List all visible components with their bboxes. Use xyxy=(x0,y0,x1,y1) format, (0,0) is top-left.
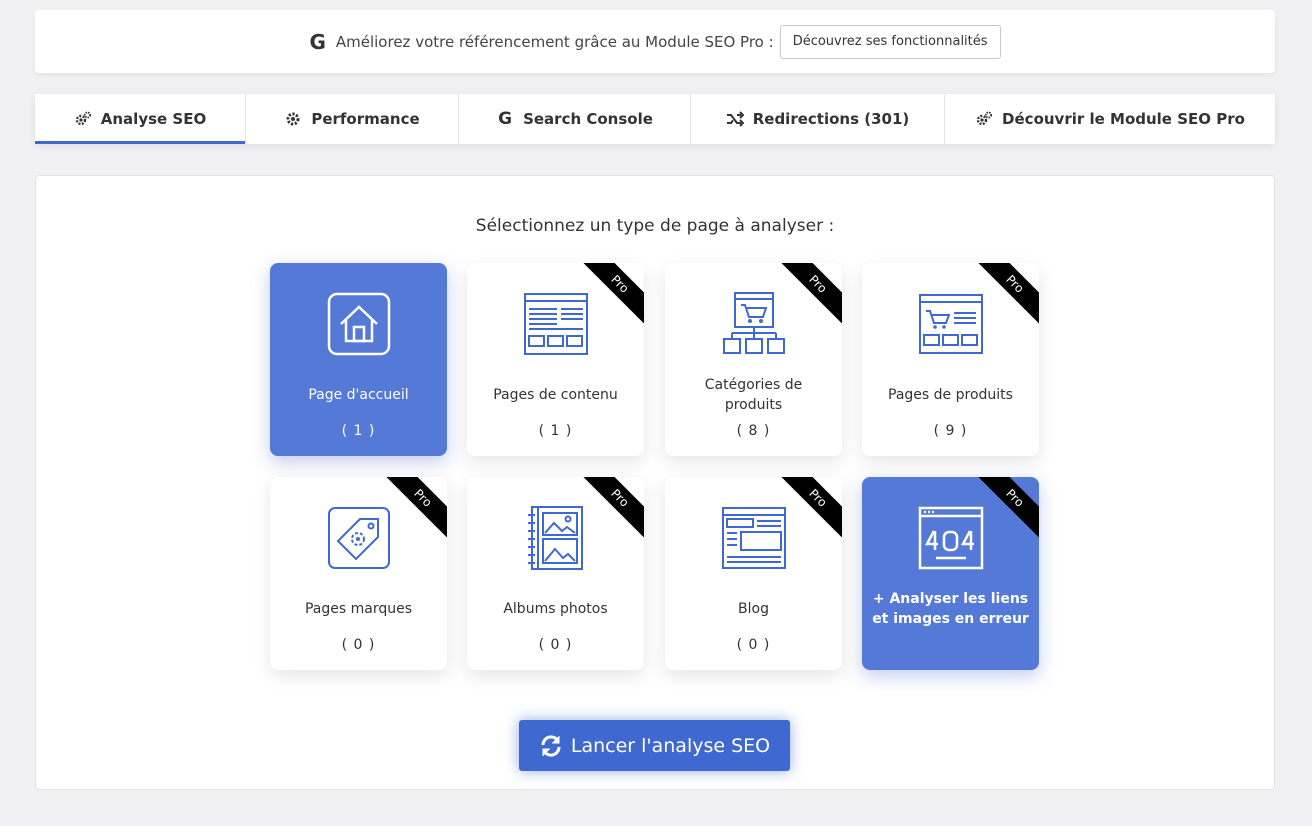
page-type-panel: Sélectionnez un type de page à analyser … xyxy=(35,175,1275,790)
categories-icon xyxy=(722,292,785,354)
card-label: Albums photos xyxy=(503,601,608,617)
tab-label: Découvrir le Module SEO Pro xyxy=(1002,110,1245,128)
banner-text: Améliorez votre référencement grâce au M… xyxy=(335,32,774,51)
card-pages-contenu[interactable]: Pro Pages de contenu ( 1 ) xyxy=(467,263,644,456)
tab-label: Redirections (301) xyxy=(752,110,910,128)
error-404-icon xyxy=(918,506,983,570)
launch-label: Lancer l'analyse SEO xyxy=(570,734,771,757)
panel-title: Sélectionnez un type de page à analyser … xyxy=(475,216,835,236)
product-page-icon xyxy=(918,294,983,354)
card-label: Page d'accueil xyxy=(308,387,409,403)
card-count: ( 0 ) xyxy=(736,637,771,653)
gear-icon xyxy=(284,110,302,128)
tab-discover-pro[interactable]: Découvrir le Module SEO Pro xyxy=(945,94,1275,144)
card-albums-photos[interactable]: Pro Albums photos ( 0 ) xyxy=(467,477,644,670)
card-label: + Analyser les liens et images en erreur xyxy=(872,591,1029,627)
photo-album-icon xyxy=(527,506,583,570)
tab-search-console[interactable]: G Search Console xyxy=(459,94,691,144)
brand-tag-icon xyxy=(327,507,390,569)
discover-features-button[interactable]: Découvrez ses fonctionnalités xyxy=(779,24,1001,59)
card-blog[interactable]: Pro Blog ( 0 ) xyxy=(665,477,842,670)
promo-banner: G Améliorez votre référencement grâce au… xyxy=(35,10,1275,73)
card-label: Pages de contenu xyxy=(493,387,618,403)
home-icon xyxy=(327,292,390,356)
tab-label: Analyse SEO xyxy=(100,110,207,128)
card-label: Blog xyxy=(738,601,769,617)
tab-bar: Analyse SEO Performance G Search Console… xyxy=(35,94,1275,144)
gears-icon xyxy=(975,110,993,128)
refresh-icon xyxy=(541,734,561,757)
google-g-icon: G xyxy=(498,109,513,129)
shuffle-icon xyxy=(726,110,744,128)
blog-icon xyxy=(721,507,786,569)
card-categories-produits[interactable]: Pro Catégories de produits ( 8 ) xyxy=(665,263,842,456)
card-pages-marques[interactable]: Pro Pages marques ( 0 ) xyxy=(270,477,447,670)
content-page-icon xyxy=(523,293,588,355)
card-liens-erreur[interactable]: Pro + Analyser les liens et images en er… xyxy=(862,477,1039,670)
card-label: Pages marques xyxy=(304,601,413,617)
gears-icon xyxy=(74,110,92,128)
launch-seo-analysis-button[interactable]: Lancer l'analyse SEO xyxy=(519,720,790,771)
google-g-icon: G xyxy=(309,29,326,54)
card-page-accueil[interactable]: Page d'accueil ( 1 ) xyxy=(270,263,447,456)
card-count: ( 1 ) xyxy=(538,423,573,439)
card-count: ( 0 ) xyxy=(538,637,573,653)
card-label: Catégories de produits xyxy=(704,377,803,413)
tab-label: Performance xyxy=(311,110,420,128)
tab-analyse-seo[interactable]: Analyse SEO xyxy=(35,94,246,144)
tab-label: Search Console xyxy=(523,110,653,128)
tab-performance[interactable]: Performance xyxy=(246,94,459,144)
card-pages-produits[interactable]: Pro Pages de produits ( 9 ) xyxy=(862,263,1039,456)
card-label: Pages de produits xyxy=(888,387,1013,403)
card-count: ( 1 ) xyxy=(341,423,376,439)
tab-redirections[interactable]: Redirections (301) xyxy=(691,94,945,144)
card-count: ( 8 ) xyxy=(736,423,771,439)
card-count: ( 9 ) xyxy=(933,423,968,439)
card-count: ( 0 ) xyxy=(341,637,376,653)
